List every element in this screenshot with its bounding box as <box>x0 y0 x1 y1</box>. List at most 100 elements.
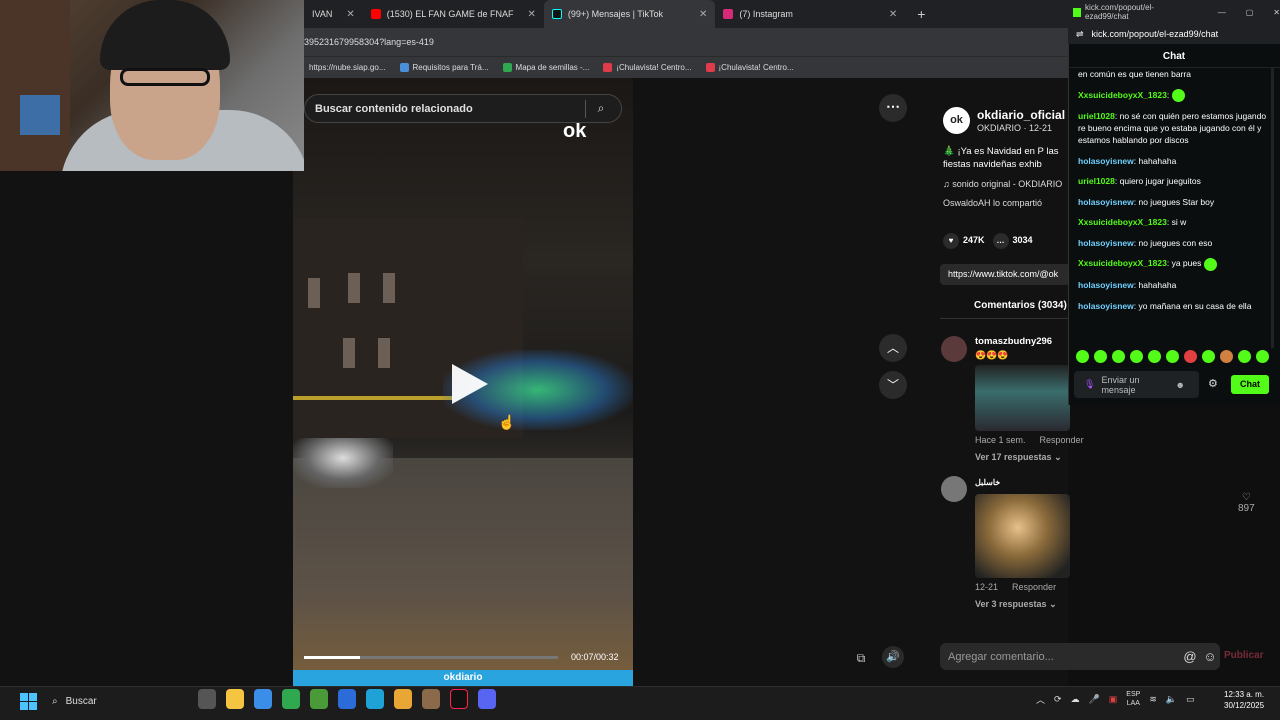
post-music[interactable]: ♫ sonido original - OKDIARIO <box>943 179 1062 189</box>
wifi-icon[interactable]: ≋ <box>1149 694 1157 705</box>
comment-input[interactable] <box>948 650 1180 663</box>
emote-icon[interactable] <box>1166 350 1179 363</box>
taskbar-clock[interactable]: 12:33 a. m. 30/12/2025 <box>1224 689 1264 711</box>
kick-url-bar[interactable]: ⇌ kick.com/popout/el-ezad99/chat <box>1068 24 1280 44</box>
comment-image[interactable] <box>975 494 1070 578</box>
mention-icon[interactable]: @ <box>1180 649 1200 664</box>
related-search-bar[interactable]: ⌕ <box>304 94 622 123</box>
emoji-icon[interactable]: ☻ <box>1175 380 1184 390</box>
view-replies[interactable]: Ver 3 respuestas ⌄ <box>975 599 1057 610</box>
cloud-icon[interactable]: ☁ <box>1071 694 1080 705</box>
comment-author[interactable]: tomaszbudny296 <box>975 336 1052 347</box>
close-tab-icon[interactable]: ✕ <box>346 9 354 20</box>
like-button[interactable]: ♥ 247K <box>943 233 985 249</box>
microphone-icon[interactable]: 🎤 <box>1089 694 1100 705</box>
emote-icon[interactable] <box>1112 350 1125 363</box>
emote-icon[interactable] <box>1130 350 1143 363</box>
emote-icon[interactable] <box>1184 350 1197 363</box>
close-icon[interactable]: ✕ <box>1273 8 1280 17</box>
chrome-icon[interactable] <box>394 689 412 709</box>
emoji-icon[interactable]: ☺ <box>1200 649 1220 664</box>
app-icon[interactable] <box>338 689 356 709</box>
author-avatar[interactable]: ok <box>943 107 970 134</box>
bookmark[interactable]: ¡Chulavista! Centro... <box>603 63 692 72</box>
chevron-down-icon[interactable]: ﹀ <box>879 371 907 399</box>
play-icon[interactable] <box>446 362 490 406</box>
comment-button[interactable]: … 3034 <box>992 233 1033 249</box>
comment-avatar[interactable] <box>941 336 967 362</box>
language-indicator[interactable]: ESP LAA <box>1126 690 1140 708</box>
gear-icon[interactable]: ⚙ <box>1208 377 1218 390</box>
xbox-icon[interactable] <box>282 689 300 709</box>
microphone-icon[interactable]: 🎙 <box>1084 379 1095 390</box>
view-replies[interactable]: Ver 17 respuestas ⌄ <box>975 452 1062 463</box>
reply-button[interactable]: Responder <box>1012 582 1056 592</box>
maximize-icon[interactable]: ▢ <box>1246 8 1254 17</box>
more-options-icon[interactable]: ⋯ <box>879 94 907 122</box>
site-info-icon[interactable]: ⇌ <box>1076 29 1084 40</box>
browser-tab[interactable]: (7) Instagram ✕ <box>715 0 905 28</box>
share-link[interactable]: https://www.tiktok.com/@ok <box>940 264 1070 285</box>
related-search-input[interactable] <box>305 102 585 115</box>
emote-icon[interactable] <box>1094 350 1107 363</box>
video-progress-bar[interactable] <box>304 656 558 659</box>
emote-icon[interactable] <box>1256 350 1269 363</box>
chat-username[interactable]: XxsuicideboyxX_1823 <box>1078 90 1167 100</box>
app-icon[interactable] <box>422 689 440 709</box>
reply-button[interactable]: Responder <box>1040 435 1084 445</box>
close-tab-icon[interactable]: ✕ <box>699 9 707 20</box>
picture-in-picture-icon[interactable]: ⧉ <box>851 648 871 668</box>
bookmark[interactable]: Requisitos para Trá... <box>399 63 489 72</box>
comment-like-button[interactable]: ♡ 897 <box>1238 492 1255 514</box>
store-icon[interactable] <box>254 689 272 709</box>
comment-image[interactable] <box>975 365 1070 431</box>
chat-username[interactable]: XxsuicideboyxX_1823 <box>1078 258 1167 268</box>
search-icon[interactable]: ⌕ <box>586 101 616 116</box>
edge-icon[interactable] <box>366 689 384 709</box>
bookmark[interactable]: Mapa de semillas -... <box>502 63 589 72</box>
emote-icon[interactable] <box>1220 350 1233 363</box>
taskbar-search[interactable]: ⌕ Buscar <box>46 690 196 712</box>
browser-tab[interactable]: IVAN ✕ <box>304 0 363 28</box>
record-icon[interactable]: ▣ <box>1109 694 1118 705</box>
chat-username[interactable]: holasoyisnew <box>1078 280 1134 290</box>
emote-icon[interactable] <box>1238 350 1251 363</box>
kick-send-button[interactable]: Chat <box>1231 375 1269 394</box>
kick-message-input[interactable]: 🎙 Enviar un mensaje ☻ <box>1074 371 1199 398</box>
minecraft-icon[interactable] <box>310 689 328 709</box>
battery-icon[interactable]: ▭ <box>1186 694 1195 705</box>
discord-icon[interactable] <box>478 689 496 709</box>
chat-username[interactable]: uriel1028 <box>1078 111 1115 121</box>
close-tab-icon[interactable]: ✕ <box>527 9 535 20</box>
windows-start-icon[interactable] <box>20 693 37 710</box>
new-tab-button[interactable]: + <box>917 6 925 22</box>
browser-tab[interactable]: (1530) EL FAN GAME de FNAF ✕ <box>363 0 544 28</box>
chat-username[interactable]: holasoyisnew <box>1078 301 1134 311</box>
comment-author[interactable]: خاسلبل <box>975 478 1000 487</box>
task-view-icon[interactable] <box>198 689 216 709</box>
bookmark[interactable]: ¡Chulavista! Centro... <box>705 63 794 72</box>
chat-username[interactable]: holasoyisnew <box>1078 238 1134 248</box>
chat-username[interactable]: XxsuicideboyxX_1823 <box>1078 217 1167 227</box>
minimize-icon[interactable]: — <box>1218 8 1226 17</box>
sync-icon[interactable]: ⟳ <box>1054 694 1062 705</box>
emote-icon[interactable] <box>1076 350 1089 363</box>
close-tab-icon[interactable]: ✕ <box>889 9 897 20</box>
chevron-up-icon[interactable]: ︿ <box>879 334 907 362</box>
comment-avatar[interactable] <box>941 476 967 502</box>
emote-icon[interactable] <box>1148 350 1161 363</box>
volume-icon[interactable]: 🔊 <box>882 646 904 668</box>
tiktok-icon[interactable] <box>450 689 468 709</box>
kick-scrollbar[interactable] <box>1271 68 1274 348</box>
chat-username[interactable]: holasoyisnew <box>1078 156 1134 166</box>
bookmark[interactable]: https://nube.siap.go... <box>309 63 386 72</box>
chat-username[interactable]: uriel1028 <box>1078 176 1115 186</box>
address-bar[interactable]: 395231679958304?lang=es-419 <box>304 28 1068 56</box>
author-name[interactable]: okdiario_oficial <box>977 108 1065 122</box>
emote-icon[interactable] <box>1202 350 1215 363</box>
speaker-icon[interactable]: 🔈 <box>1166 694 1177 705</box>
file-explorer-icon[interactable] <box>226 689 244 709</box>
tab-comments[interactable]: Comentarios (3034) <box>974 300 1067 311</box>
publish-button[interactable]: Publicar <box>1224 650 1263 661</box>
chevron-up-icon[interactable]: ︿ <box>1036 693 1045 706</box>
